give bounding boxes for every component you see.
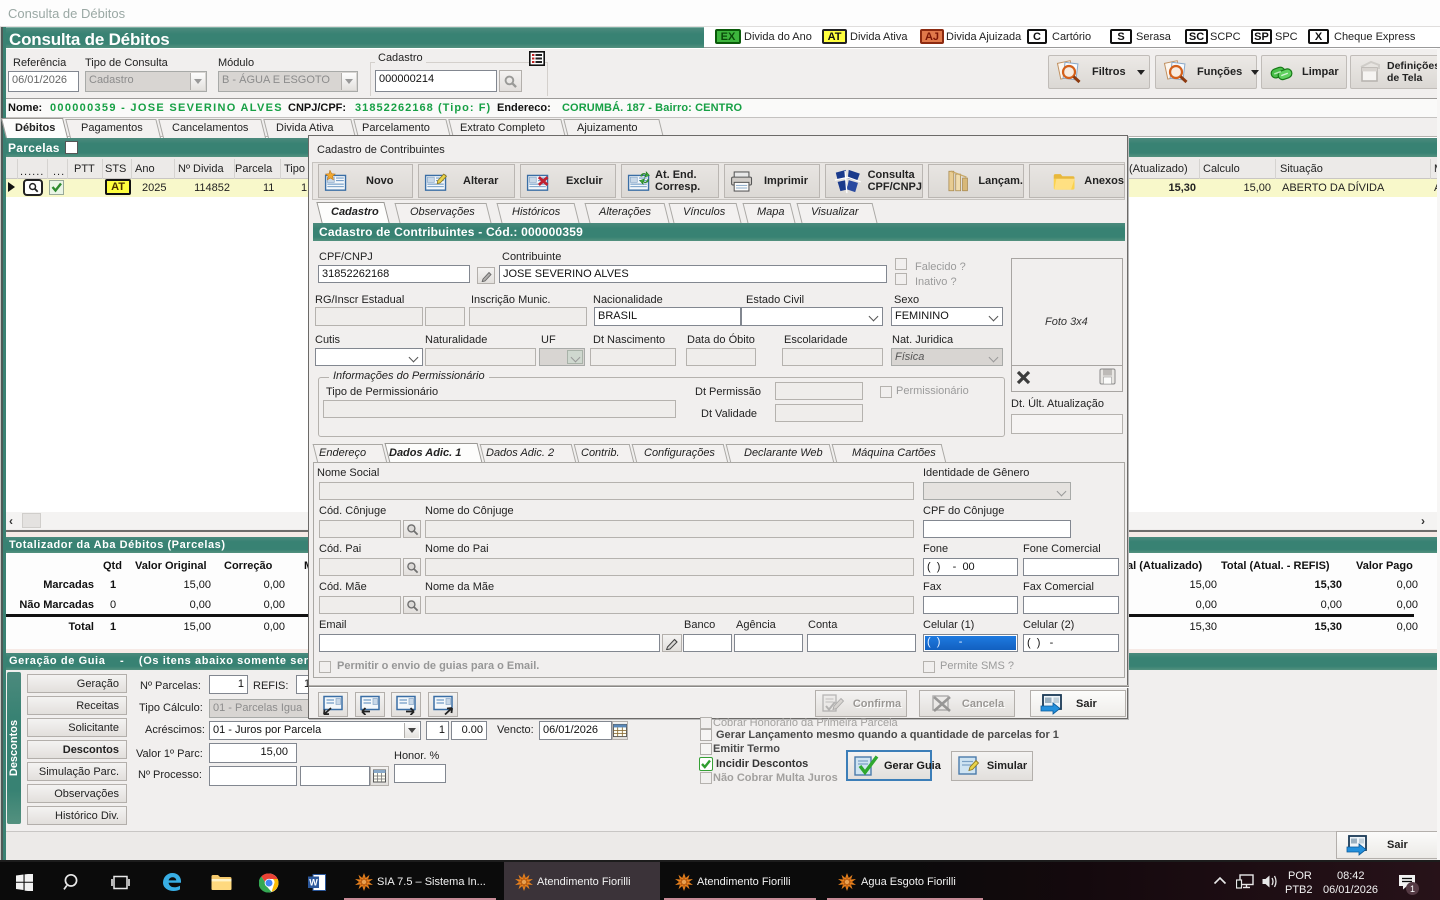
svg-text:W: W [309, 878, 318, 888]
